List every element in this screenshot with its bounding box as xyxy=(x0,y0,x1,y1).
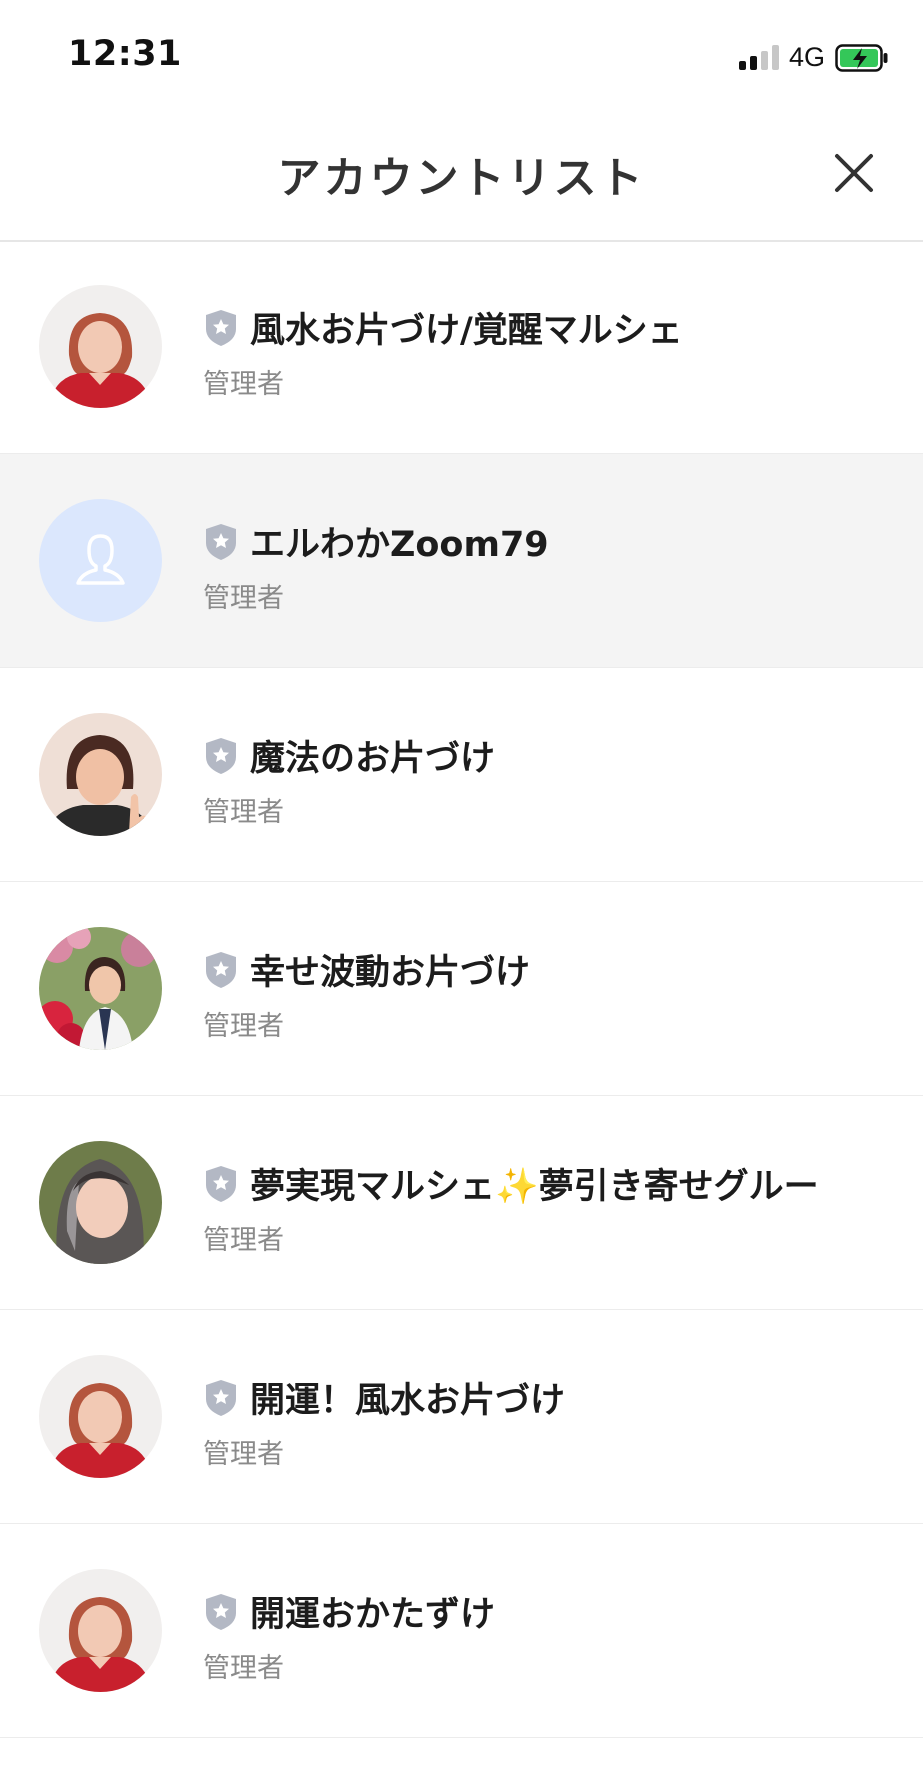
battery-charging-icon xyxy=(835,44,888,72)
account-role: 管理者 xyxy=(203,1225,284,1256)
account-role: 管理者 xyxy=(203,1653,284,1684)
avatar xyxy=(39,1141,162,1264)
avatar xyxy=(39,713,162,836)
page-title: アカウントリスト xyxy=(277,154,646,204)
account-role: 管理者 xyxy=(203,583,284,614)
account-name: 開運！風水お片づけ xyxy=(250,1381,566,1421)
account-role: 管理者 xyxy=(203,1439,284,1470)
shield-star-icon xyxy=(206,737,236,774)
shield-star-icon xyxy=(206,1593,236,1630)
shield-star-icon xyxy=(206,1165,236,1202)
avatar xyxy=(39,499,162,622)
header: アカウントリスト xyxy=(0,110,923,242)
account-item[interactable]: 風水お片づけ/覚醒マルシェ 管理者 xyxy=(0,240,923,454)
cellular-signal-icon xyxy=(738,44,779,70)
account-role: 管理者 xyxy=(203,1011,284,1042)
account-name: 魔法のお片づけ xyxy=(250,739,496,779)
network-type: 4G xyxy=(788,41,825,72)
avatar xyxy=(39,1355,162,1478)
account-item[interactable]: 魔法のお片づけ 管理者 xyxy=(0,668,923,882)
account-name: 夢実現マルシェ✨夢引き寄せグルー xyxy=(250,1167,819,1207)
account-role: 管理者 xyxy=(203,369,284,400)
account-item[interactable]: 夢実現マルシェ✨夢引き寄せグルー 管理者 xyxy=(0,1096,923,1310)
account-item[interactable]: エルわかZoom79 管理者 xyxy=(0,454,923,668)
shield-star-icon xyxy=(206,523,236,560)
account-item[interactable]: 幸せ波動お片づけ 管理者 xyxy=(0,882,923,1096)
close-button[interactable] xyxy=(827,146,881,200)
account-name: 開運おかたずけ xyxy=(250,1595,496,1635)
avatar xyxy=(39,927,162,1050)
account-role: 管理者 xyxy=(203,797,284,828)
avatar xyxy=(39,285,162,408)
account-name: エルわかZoom79 xyxy=(250,525,549,565)
shield-star-icon xyxy=(206,309,236,346)
account-name: 風水お片づけ/覚醒マルシェ xyxy=(250,311,683,351)
shield-star-icon xyxy=(206,951,236,988)
account-name: 幸せ波動お片づけ xyxy=(250,953,531,993)
account-item[interactable]: 開運おかたずけ 管理者 xyxy=(0,1524,923,1738)
status-time: 12:31 xyxy=(68,34,182,74)
status-indicators: 4G xyxy=(738,40,888,74)
shield-star-icon xyxy=(206,1379,236,1416)
close-icon xyxy=(835,154,873,192)
account-list: 風水お片づけ/覚醒マルシェ 管理者 エルわかZoom79 管理者 魔法のお片づけ… xyxy=(0,240,923,1738)
status-bar: 12:31 4G xyxy=(0,0,923,110)
account-item[interactable]: 開運！風水お片づけ 管理者 xyxy=(0,1310,923,1524)
avatar xyxy=(39,1569,162,1692)
